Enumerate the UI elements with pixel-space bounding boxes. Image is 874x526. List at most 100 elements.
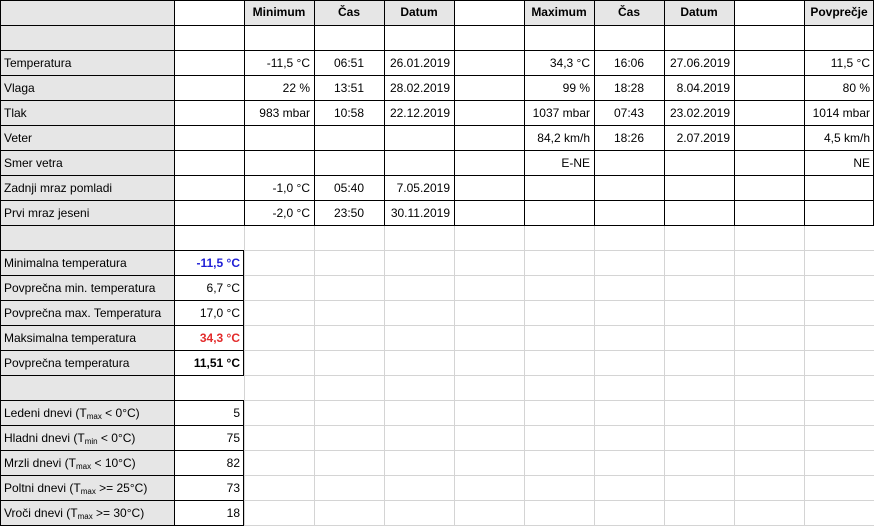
border-vertical <box>804 0 805 226</box>
border-horizontal <box>0 425 244 426</box>
border-horizontal <box>0 175 874 176</box>
row-max-time <box>594 201 664 225</box>
border-vertical <box>243 250 244 376</box>
row-max: 34,3 °C <box>549 56 590 70</box>
row-min-date: 28.02.2019 <box>389 81 450 95</box>
days-label: Poltni dnevi (Tmax >= 25°C) <box>0 476 174 500</box>
row-max-date: 23.02.2019 <box>669 106 730 120</box>
header-povprecje: Povprečje <box>804 0 874 25</box>
border-vertical <box>524 0 525 226</box>
temp-label: Povprečna temperatura <box>0 351 174 375</box>
row-min-time <box>314 151 384 175</box>
border-horizontal <box>0 125 874 126</box>
header-cas-max: Čas <box>594 0 664 25</box>
header-datum-max: Datum <box>664 0 734 25</box>
days-label-text: Vroči dnevi (T <box>4 506 78 520</box>
days-label-subscript: max <box>76 462 92 471</box>
days-value: 73 <box>226 481 240 495</box>
border-vertical <box>594 0 595 226</box>
spacer-row-2 <box>0 225 174 250</box>
temp-value: 6,7 °C <box>206 281 240 295</box>
row-max-date <box>664 201 734 225</box>
border-vertical <box>664 0 665 226</box>
border-vertical <box>0 0 1 526</box>
row-max-date <box>664 151 734 175</box>
border-vertical <box>243 400 244 526</box>
row-max: 99 % <box>562 81 590 95</box>
row-min-time: 10:58 <box>333 106 365 120</box>
row-min-date: 7.05.2019 <box>396 181 450 195</box>
temp-value: -11,5 °C <box>196 256 241 270</box>
border-horizontal <box>0 0 874 1</box>
temp-value: 11,51 °C <box>193 356 240 370</box>
temp-label: Povprečna min. temperatura <box>0 276 174 300</box>
border-horizontal <box>0 200 874 201</box>
header-minimum: Minimum <box>244 0 314 25</box>
row-max-date: 2.07.2019 <box>676 131 730 145</box>
border-horizontal <box>0 325 244 326</box>
row-label: Vlaga <box>0 76 174 100</box>
row-max-date: 8.04.2019 <box>676 81 730 95</box>
row-min-time <box>314 126 384 150</box>
row-avg: NE <box>853 156 870 170</box>
border-vertical <box>734 0 735 226</box>
border-vertical <box>174 0 175 226</box>
border-horizontal <box>0 150 874 151</box>
border-vertical <box>454 0 455 226</box>
border-horizontal <box>0 275 244 276</box>
row-max-date: 27.06.2019 <box>669 56 730 70</box>
days-value: 5 <box>233 406 240 420</box>
row-min-date: 30.11.2019 <box>390 206 450 220</box>
days-label-subscript: max <box>77 512 93 521</box>
border-horizontal <box>0 350 244 351</box>
temp-label: Maksimalna temperatura <box>0 326 174 350</box>
row-min: -1,0 °C <box>272 181 310 195</box>
days-label-text: Mrzli dnevi (T <box>4 456 77 470</box>
days-label-text: Poltni dnevi (T <box>4 481 81 495</box>
border-horizontal <box>0 300 244 301</box>
border-horizontal <box>0 250 244 251</box>
row-max-time: 07:43 <box>613 106 645 120</box>
row-min <box>244 126 314 150</box>
days-label: Mrzli dnevi (Tmax < 10°C) <box>0 451 174 475</box>
border-horizontal <box>0 450 244 451</box>
header-blank-a <box>0 0 174 25</box>
border-horizontal <box>0 50 874 51</box>
days-value: 75 <box>226 431 240 445</box>
days-label-text: Ledeni dnevi (T <box>4 406 87 420</box>
days-label-text: Hladni dnevi (T <box>4 431 85 445</box>
row-label: Prvi mraz jeseni <box>0 201 174 225</box>
days-label-condition: < 0°C) <box>97 431 136 445</box>
border-horizontal <box>0 25 174 26</box>
row-min-time: 13:51 <box>333 81 365 95</box>
days-label-subscript: min <box>84 437 98 446</box>
row-min: 983 mbar <box>259 106 310 120</box>
row-min-date <box>384 151 454 175</box>
border-horizontal <box>174 25 874 26</box>
temp-label: Povprečna max. Temperatura <box>0 301 174 325</box>
row-max <box>524 201 594 225</box>
row-max: 1037 mbar <box>532 106 590 120</box>
row-max <box>524 176 594 200</box>
row-min-time: 06:51 <box>333 56 365 70</box>
row-avg <box>804 176 874 200</box>
row-max: 84,2 km/h <box>537 131 590 145</box>
header-maximum: Maximum <box>524 0 594 25</box>
row-min-time: 05:40 <box>333 181 365 195</box>
row-label: Zadnji mraz pomladi <box>0 176 174 200</box>
header-cas-min: Čas <box>314 0 384 25</box>
row-label: Smer vetra <box>0 151 174 175</box>
border-vertical <box>314 0 315 226</box>
row-min: -2,0 °C <box>272 206 310 220</box>
days-value: 82 <box>226 456 240 470</box>
row-avg: 80 % <box>842 81 870 95</box>
row-min: 22 % <box>282 81 310 95</box>
days-label-condition: >= 25°C) <box>95 481 148 495</box>
row-max-time <box>594 176 664 200</box>
border-horizontal <box>0 225 874 226</box>
border-horizontal <box>0 475 244 476</box>
border-horizontal <box>0 375 244 376</box>
border-horizontal <box>0 500 244 501</box>
days-label-condition: < 0°C) <box>101 406 140 420</box>
temp-value: 34,3 °C <box>199 331 240 345</box>
